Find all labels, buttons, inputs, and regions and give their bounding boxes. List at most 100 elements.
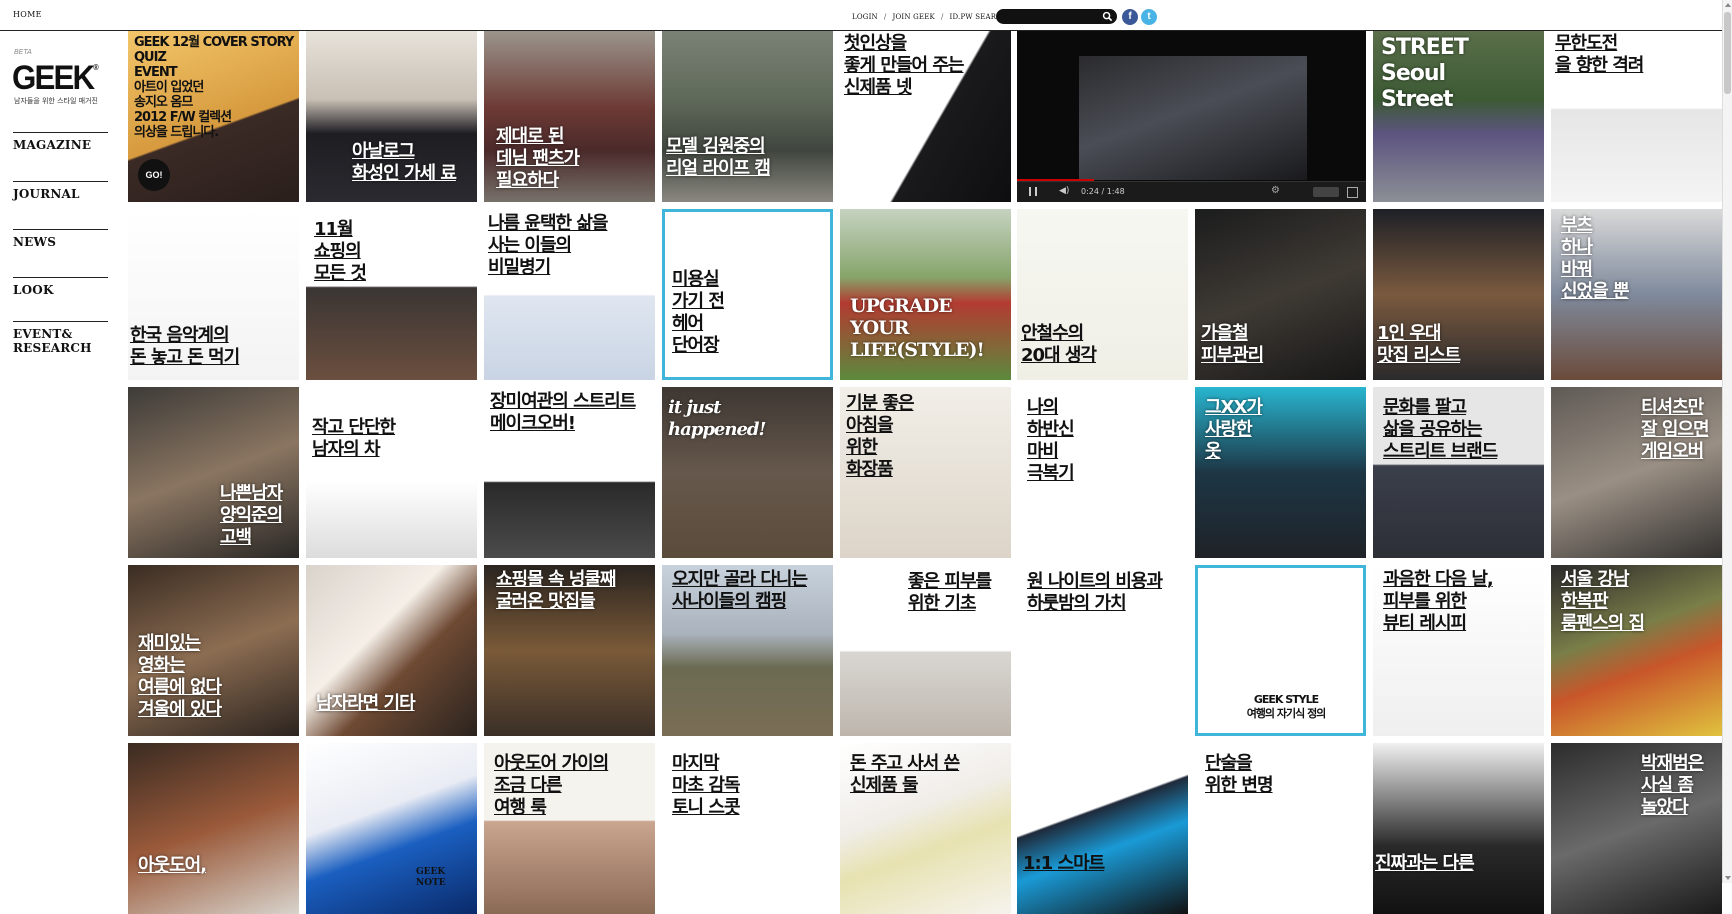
tile-label: GEEK 12월 COVER STORY QUIZ EVENT 아트이 입었던 … <box>134 35 294 140</box>
tile-label: 오지만 골라 다니는 사나이들의 캠핑 <box>672 569 808 612</box>
tony-scott-tile[interactable]: 마지막 마초 감독 토니 스콧 <box>662 743 833 914</box>
tile-label: 박재범은 사실 좀 놀았다 <box>1641 753 1704 818</box>
it-just-happened-tile[interactable]: it just happened! <box>662 387 833 558</box>
tile-label: UPGRADE YOUR LIFE(STYLE)! <box>850 295 985 361</box>
fullscreen-icon[interactable] <box>1347 187 1358 198</box>
boots-tile[interactable]: 부츠 하나 바꿔 신었을 뿐 <box>1551 209 1722 380</box>
nav-event-research[interactable]: EVENT& RESEARCH <box>13 321 108 359</box>
tile-label: GEEK NOTE <box>416 867 446 888</box>
facebook-icon[interactable]: f <box>1122 9 1138 25</box>
analog-martian-tile[interactable]: 아날로그 화성인 가세 료 <box>306 31 477 202</box>
winter-movies-tile[interactable]: 재미있는 영화는 여름에 없다 겨울에 있다 <box>128 565 299 736</box>
twitter-icon[interactable]: t <box>1141 9 1157 25</box>
nav-magazine[interactable]: MAGAZINE <box>13 132 108 181</box>
gangnam-house-tile[interactable]: 서울 강남 한복판 룸펜스의 집 <box>1551 565 1722 736</box>
top-bar: HOME LOGIN / JOIN GEEK / ID.PW SEARCH f … <box>0 0 1722 31</box>
logo-text: GEEK <box>12 59 95 97</box>
tile-label: 나름 윤택한 삶을 사는 이들의 비밀병기 <box>488 213 608 278</box>
volume-icon[interactable]: ◀) <box>1059 186 1069 196</box>
mall-restaurants-tile[interactable]: 쇼핑몰 속 넝쿨째 굴러온 맛집들 <box>484 565 655 736</box>
sidebar: BETA GEEK® 남자들을 위한 스타일 매거진 MAGAZINE JOUR… <box>0 30 124 883</box>
unlike-tile[interactable]: 진짜과는 다른 <box>1373 743 1544 914</box>
music-money-tile[interactable]: 한국 음악계의 돈 놓고 돈 먹기 <box>128 209 299 380</box>
solo-restaurants-tile[interactable]: 1인 우대 맛집 리스트 <box>1373 209 1544 380</box>
scrollbar[interactable] <box>1722 0 1732 883</box>
video-controls: ◀) 0:24 / 1:48 ⚙ <box>1017 179 1366 202</box>
tile-label: 원 나이트의 비용과 하룻밤의 가치 <box>1027 571 1163 614</box>
autumn-skincare-tile[interactable]: 가을철 피부관리 <box>1195 209 1366 380</box>
geek-note-tile[interactable]: GEEK NOTE <box>306 743 477 914</box>
tile-label: 마지막 마초 감독 토니 스콧 <box>672 753 741 818</box>
drinking-tile[interactable]: 단술을 위한 변명 <box>1195 743 1366 914</box>
infinite-challenge-tile[interactable]: 무한도전 을 향한 격려 <box>1551 31 1722 202</box>
pause-icon[interactable] <box>1029 187 1037 196</box>
denim-pants-tile[interactable]: 제대로 된 데님 팬츠가 필요하다 <box>484 31 655 202</box>
one-night-tile[interactable]: 원 나이트의 비용과 하룻밤의 가치 <box>1017 565 1188 736</box>
tagline: 남자들을 위한 스타일 매거진 <box>14 97 98 105</box>
jay-park-tile[interactable]: 박재범은 사실 좀 놀았다 <box>1551 743 1722 914</box>
tile-label: 나쁜남자 양익준의 고백 <box>220 483 283 548</box>
youtube-logo-icon[interactable] <box>1313 187 1339 197</box>
tshirt-tile[interactable]: 티셔츠만 잘 입으면 게임오버 <box>1551 387 1722 558</box>
new-products-tile[interactable]: 첫인상을 좋게 만들어 주는 신제품 넷 <box>840 31 1011 202</box>
video-player[interactable]: ◀) 0:24 / 1:48 ⚙ <box>1017 31 1366 202</box>
small-car-tile[interactable]: 작고 단단한 남자의 차 <box>306 387 477 558</box>
account-links: LOGIN / JOIN GEEK / ID.PW SEARCH <box>852 13 1008 21</box>
tile-label: 문화를 팔고 삶을 공유하는 스트리트 브랜드 <box>1383 397 1498 462</box>
scroll-thumb[interactable] <box>1724 12 1731 94</box>
smart-tile[interactable]: 1:1 스마트 <box>1017 743 1188 914</box>
video-progress[interactable] <box>1017 179 1094 181</box>
geek-style-tile[interactable]: GEEK STYLE 여행의 자기식 정의 <box>1195 565 1366 736</box>
tile-label: 안철수의 20대 생각 <box>1021 323 1097 366</box>
model-life-cam-tile[interactable]: 모델 김원중의 리얼 라이프 캠 <box>662 31 833 202</box>
paralysis-tile[interactable]: 나의 하반신 마비 극복기 <box>1017 387 1188 558</box>
beauty-recipe-tile[interactable]: 과음한 다음 날, 피부를 위한 뷰티 레시피 <box>1373 565 1544 736</box>
morning-cosmetics-tile[interactable]: 기분 좋은 아침을 위한 화장품 <box>840 387 1011 558</box>
outdoor-tile[interactable]: 아웃도어, <box>128 743 299 914</box>
search-input[interactable] <box>1004 11 1102 24</box>
search-icon[interactable] <box>1102 11 1113 22</box>
scroll-down-arrow-icon[interactable] <box>1725 876 1731 880</box>
go-button[interactable]: GO! <box>138 159 170 191</box>
guitar-tile[interactable]: 남자라면 기타 <box>306 565 477 736</box>
separator: / <box>883 13 887 21</box>
geek-logo[interactable]: GEEK® <box>12 59 99 98</box>
street-makeover-tile[interactable]: 장미여관의 스트리트 메이크오버! <box>484 387 655 558</box>
basic-skincare-tile[interactable]: 좋은 피부를 위한 기초 <box>840 565 1011 736</box>
street-brand-tile[interactable]: 문화를 팔고 삶을 공유하는 스트리트 브랜드 <box>1373 387 1544 558</box>
settings-gear-icon[interactable]: ⚙ <box>1271 185 1280 196</box>
hair-glossary-tile[interactable]: 미용실 가기 전 헤어 단어장 <box>662 209 833 380</box>
tile-label: 제대로 된 데님 팬츠가 필요하다 <box>496 126 580 191</box>
tile-label: 좋은 피부를 위한 기초 <box>908 571 992 614</box>
nav-news[interactable]: NEWS <box>13 229 108 277</box>
tile-label: 무한도전 을 향한 격려 <box>1555 33 1644 76</box>
upgrade-life-tile[interactable]: UPGRADE YOUR LIFE(STYLE)! <box>840 209 1011 380</box>
outdoor-travel-tile[interactable]: 아웃도어 가이의 조금 다른 여행 룩 <box>484 743 655 914</box>
seoul-street-tile[interactable]: STREET Seoul Street <box>1373 31 1544 202</box>
tile-label: 가을철 피부관리 <box>1201 323 1264 366</box>
tile-label: 나의 하반신 마비 극복기 <box>1027 397 1075 484</box>
tile-label: 쇼핑몰 속 넝쿨째 굴러온 맛집들 <box>496 569 616 612</box>
new-products-two-tile[interactable]: 돈 주고 사서 쓴 신제품 둘 <box>840 743 1011 914</box>
nav-look[interactable]: LOOK <box>13 277 108 321</box>
login-link[interactable]: LOGIN <box>852 13 878 21</box>
tile-label: 모델 김원중의 리얼 라이프 캠 <box>666 136 771 179</box>
nav-journal[interactable]: JOURNAL <box>13 181 108 229</box>
camping-tile[interactable]: 오지만 골라 다니는 사나이들의 캠핑 <box>662 565 833 736</box>
join-link[interactable]: JOIN GEEK <box>892 13 935 21</box>
home-link[interactable]: HOME <box>13 10 42 19</box>
secret-weapon-tile[interactable]: 나름 윤택한 삶을 사는 이들의 비밀병기 <box>484 209 655 380</box>
loved-clothes-tile[interactable]: 그XX가 사랑한 옷 <box>1195 387 1366 558</box>
ahn-cheolsoo-tile[interactable]: 안철수의 20대 생각 <box>1017 209 1188 380</box>
tile-label: GEEK STYLE 여행의 자기식 정의 <box>1246 693 1327 720</box>
quiz-event-tile[interactable]: GEEK 12월 COVER STORY QUIZ EVENT 아트이 입었던 … <box>128 31 299 202</box>
bad-guy-confession-tile[interactable]: 나쁜남자 양익준의 고백 <box>128 387 299 558</box>
scroll-up-arrow-icon[interactable] <box>1725 3 1731 7</box>
tile-label: 미용실 가기 전 헤어 단어장 <box>672 269 725 356</box>
november-shopping-tile[interactable]: 11월 쇼핑의 모든 것 <box>306 209 477 380</box>
beta-badge: BETA <box>14 49 32 56</box>
tile-label: 부츠 하나 바꿔 신었을 뿐 <box>1561 215 1630 302</box>
search-box <box>996 9 1117 24</box>
tile-label: 아웃도어 가이의 조금 다른 여행 룩 <box>494 753 609 818</box>
tile-label: 진짜과는 다른 <box>1375 853 1475 874</box>
